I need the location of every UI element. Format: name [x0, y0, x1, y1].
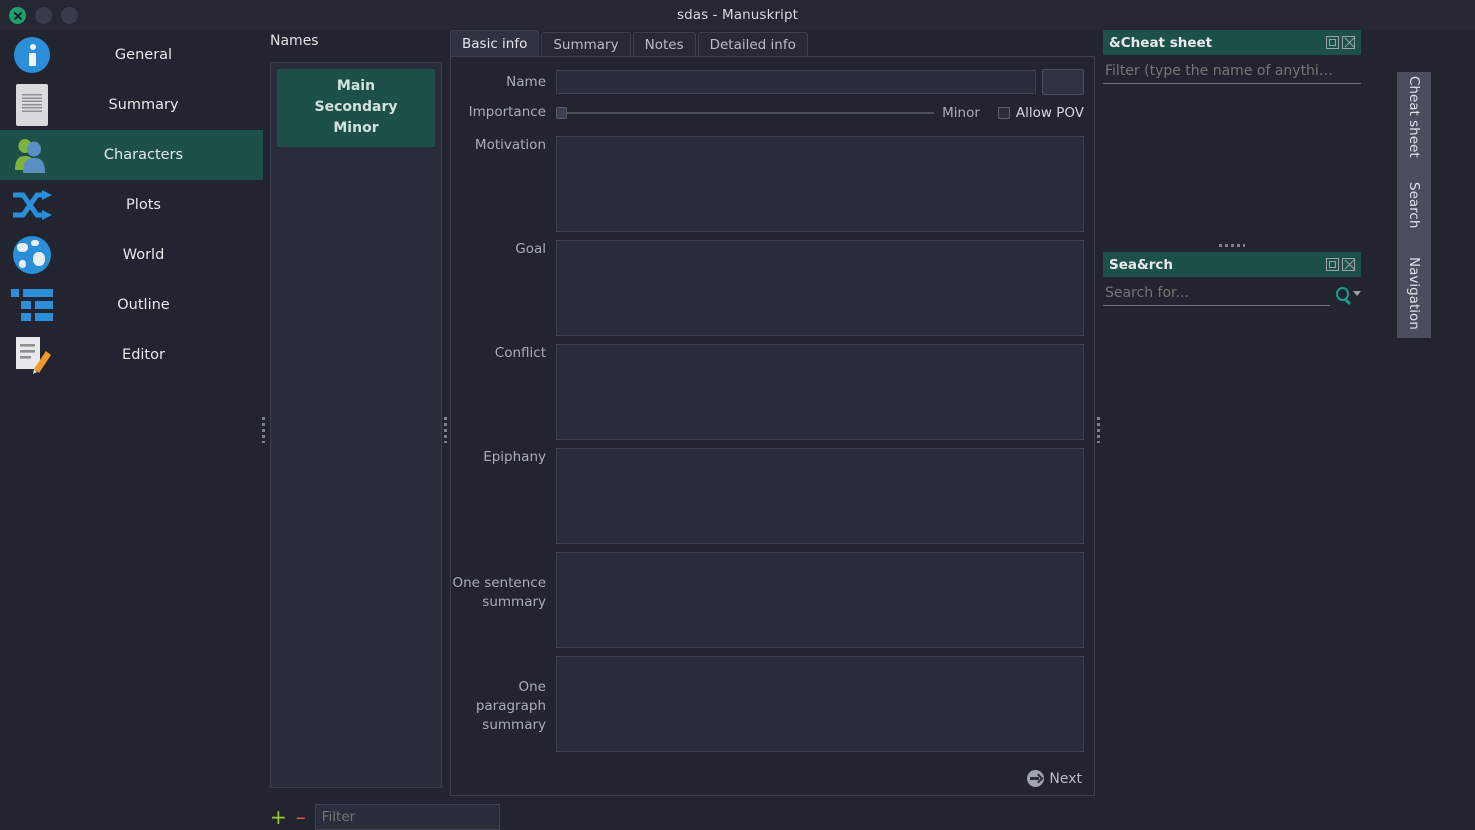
sidebar-item-label: Outline [117, 297, 170, 313]
list-item-line: Main [336, 78, 376, 94]
shuffle-icon [0, 180, 64, 230]
motivation-label: Motivation [474, 137, 546, 153]
tab-detailed-info[interactable]: Detailed info [697, 32, 808, 56]
one-paragraph-summary-label: One paragraph summary [475, 679, 546, 733]
sidebar-item-summary[interactable]: Summary [0, 80, 263, 130]
names-list[interactable]: Main Secondary Minor [270, 62, 442, 788]
globe-icon [0, 230, 64, 280]
sidebar-item-label: Summary [108, 97, 179, 113]
sidebar-item-label: World [122, 247, 165, 263]
one-sentence-summary-label: One sentence summary [452, 575, 546, 610]
cheat-sheet-panel: &Cheat sheet [1103, 30, 1361, 239]
main-sidebar: General Summary Characters Plots World O… [0, 30, 263, 830]
allow-pov-label: Allow POV [1015, 104, 1084, 121]
name-color-button[interactable] [1042, 69, 1084, 95]
tab-summary[interactable]: Summary [541, 32, 631, 56]
search-title: Sea&rch [1109, 256, 1174, 273]
goal-textarea[interactable] [556, 240, 1084, 336]
splitter-handle-right[interactable] [1093, 30, 1103, 830]
splitter-handle-center[interactable] [440, 30, 450, 830]
character-editor-panel: Basic info Summary Notes Detailed info N… [450, 30, 1095, 823]
vtab-label: Cheat sheet [1406, 75, 1422, 158]
title-bar: sdas - Manuskript [0, 0, 1475, 30]
importance-label: Importance [468, 104, 546, 120]
sidebar-item-characters[interactable]: Characters [0, 130, 263, 180]
conflict-label: Conflict [494, 345, 546, 361]
names-toolbar: + – [270, 802, 500, 830]
info-icon [0, 30, 64, 80]
cheat-sheet-filter-input[interactable] [1103, 59, 1361, 84]
search-title-bar: Sea&rch [1103, 252, 1361, 277]
cheat-sheet-close-icon[interactable] [1342, 36, 1355, 49]
vtab-label: Search [1406, 181, 1422, 229]
sidebar-item-label: Editor [122, 347, 165, 363]
dock-splitter-handle[interactable] [1103, 239, 1361, 252]
sidebar-item-label: General [114, 47, 173, 63]
search-close-icon[interactable] [1342, 258, 1355, 271]
list-item[interactable]: Main Secondary Minor [277, 69, 435, 147]
tab-panel-basic-info: Name Importance Minor Allow POV Motivati… [450, 56, 1095, 796]
sidebar-item-label: Characters [103, 147, 184, 163]
sidebar-item-plots[interactable]: Plots [0, 180, 263, 230]
sidebar-item-world[interactable]: World [0, 230, 263, 280]
sidebar-item-general[interactable]: General [0, 30, 263, 80]
edit-doc-icon [0, 330, 64, 380]
list-icon [0, 280, 64, 330]
name-input[interactable] [556, 70, 1036, 94]
list-item-line: Secondary [314, 99, 398, 115]
vtab-search[interactable]: Search [1397, 161, 1431, 250]
epiphany-label: Epiphany [483, 449, 546, 465]
motivation-textarea[interactable] [556, 136, 1084, 232]
window-title: sdas - Manuskript [676, 7, 799, 23]
search-panel: Sea&rch [1103, 252, 1361, 306]
tab-bar: Basic info Summary Notes Detailed info [450, 30, 1095, 56]
allow-pov-checkbox[interactable] [997, 106, 1010, 119]
next-button[interactable]: Next [1027, 770, 1082, 787]
importance-slider[interactable] [556, 106, 935, 119]
remove-character-button[interactable]: – [296, 807, 306, 827]
add-character-button[interactable]: + [270, 807, 287, 827]
arrow-right-icon [1027, 770, 1045, 787]
search-icon[interactable] [1336, 286, 1349, 301]
next-button-label: Next [1049, 770, 1082, 787]
search-input[interactable] [1103, 281, 1331, 306]
sidebar-item-outline[interactable]: Outline [0, 280, 263, 330]
epiphany-textarea[interactable] [556, 448, 1084, 544]
search-float-icon[interactable] [1326, 258, 1339, 271]
list-item-line: Minor [333, 120, 379, 136]
cheat-sheet-title-bar: &Cheat sheet [1103, 30, 1361, 55]
one-paragraph-summary-textarea[interactable] [556, 656, 1084, 752]
search-body [1103, 277, 1361, 306]
goal-label: Goal [515, 241, 546, 257]
right-dock: &Cheat sheet Sea&rch [1103, 30, 1361, 306]
splitter-handle-left[interactable] [258, 30, 268, 830]
sidebar-item-editor[interactable]: Editor [0, 330, 263, 380]
cheat-sheet-float-icon[interactable] [1326, 36, 1339, 49]
sidebar-item-label: Plots [126, 197, 161, 213]
tab-notes[interactable]: Notes [632, 32, 696, 56]
name-label: Name [506, 73, 546, 90]
one-sentence-summary-textarea[interactable] [556, 552, 1084, 648]
tab-basic-info[interactable]: Basic info [450, 30, 540, 56]
vtab-cheat-sheet[interactable]: Cheat sheet [1397, 72, 1431, 161]
importance-slider-handle[interactable] [556, 106, 567, 119]
people-icon [0, 130, 64, 180]
document-icon [0, 80, 64, 130]
names-panel: Names Main Secondary Minor + – [270, 30, 500, 830]
vtab-label: Navigation [1406, 257, 1422, 331]
names-panel-title: Names [270, 33, 319, 49]
conflict-textarea[interactable] [556, 344, 1084, 440]
vtab-navigation[interactable]: Navigation [1397, 249, 1431, 338]
chevron-down-icon[interactable] [1353, 291, 1361, 296]
cheat-sheet-title: &Cheat sheet [1109, 34, 1213, 51]
cheat-sheet-body [1103, 55, 1361, 239]
importance-value: Minor [942, 104, 980, 121]
dock-vertical-tabbar: Cheat sheet Search Navigation [1397, 72, 1431, 338]
